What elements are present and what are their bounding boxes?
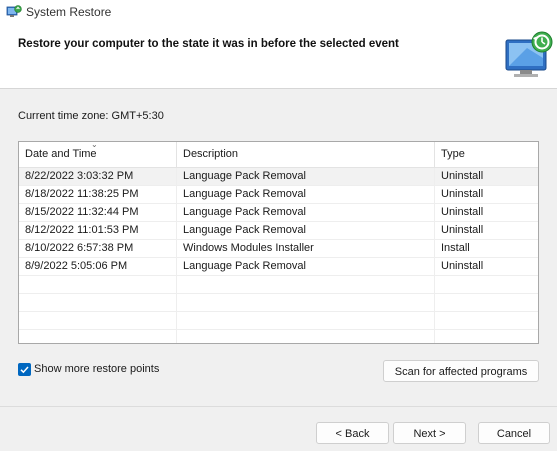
sort-chevron-icon: ⌄ — [91, 141, 98, 149]
scan-affected-programs-button[interactable]: Scan for affected programs — [383, 360, 539, 382]
wizard-header: Restore your computer to the state it wa… — [0, 24, 557, 89]
window-title: System Restore — [26, 5, 112, 19]
column-header-description-label: Description — [183, 148, 239, 160]
cell-date: 8/15/2022 11:32:44 PM — [25, 206, 139, 218]
cell-date: 8/12/2022 11:01:53 PM — [25, 224, 139, 236]
cell-date: 8/22/2022 3:03:32 PM — [25, 170, 134, 182]
table-row — [19, 312, 538, 330]
footer-divider — [0, 406, 557, 407]
table-row[interactable]: 8/18/2022 11:38:25 PM Language Pack Remov… — [19, 186, 538, 204]
cell-description: Language Pack Removal — [176, 222, 434, 239]
empty-cell — [176, 312, 434, 329]
empty-cell — [19, 312, 176, 329]
cell-type: Install — [434, 240, 538, 257]
column-header-type-label: Type — [441, 148, 465, 160]
cell-date: 8/9/2022 5:05:06 PM — [25, 260, 128, 272]
show-more-label: Show more restore points — [34, 363, 160, 375]
list-header: ⌄ Date and Time Description Type — [19, 142, 538, 168]
checkmark-icon — [20, 366, 29, 374]
back-button[interactable]: < Back — [316, 422, 389, 444]
column-header-date[interactable]: ⌄ Date and Time — [19, 142, 176, 167]
cell-description: Language Pack Removal — [176, 186, 434, 203]
cell-date: 8/10/2022 6:57:38 PM — [25, 242, 134, 254]
system-restore-icon — [6, 5, 22, 17]
table-row[interactable]: 8/10/2022 6:57:38 PM Windows Modules Inst… — [19, 240, 538, 258]
cell-description: Language Pack Removal — [176, 168, 434, 185]
column-header-type[interactable]: Type — [434, 142, 538, 167]
show-more-checkbox[interactable] — [18, 363, 31, 376]
table-row[interactable]: 8/12/2022 11:01:53 PM Language Pack Remov… — [19, 222, 538, 240]
empty-cell — [434, 330, 538, 343]
restore-computer-illustration — [505, 31, 553, 77]
cell-type: Uninstall — [434, 186, 538, 203]
cell-description: Windows Modules Installer — [176, 240, 434, 257]
title-bar: System Restore — [0, 0, 557, 24]
cell-type: Uninstall — [434, 222, 538, 239]
next-button[interactable]: Next > — [393, 422, 466, 444]
table-row[interactable]: 8/9/2022 5:05:06 PM Language Pack Removal… — [19, 258, 538, 276]
page-title: Restore your computer to the state it wa… — [18, 38, 399, 50]
cell-type: Uninstall — [434, 168, 538, 185]
column-header-description[interactable]: Description — [176, 142, 434, 167]
empty-cell — [434, 312, 538, 329]
table-row — [19, 276, 538, 294]
list-body: 8/22/2022 3:03:32 PM Language Pack Remova… — [19, 168, 538, 343]
timezone-label: Current time zone: GMT+5:30 — [18, 110, 164, 122]
empty-cell — [176, 294, 434, 311]
cancel-button[interactable]: Cancel — [478, 422, 550, 444]
table-row[interactable]: 8/22/2022 3:03:32 PM Language Pack Remova… — [19, 168, 538, 186]
empty-cell — [434, 276, 538, 293]
restore-points-list[interactable]: ⌄ Date and Time Description Type 8/22/20… — [18, 141, 539, 344]
empty-cell — [19, 294, 176, 311]
table-row[interactable]: 8/15/2022 11:32:44 PM Language Pack Remov… — [19, 204, 538, 222]
cell-type: Uninstall — [434, 204, 538, 221]
cell-type: Uninstall — [434, 258, 538, 275]
empty-cell — [19, 330, 176, 343]
cell-description: Language Pack Removal — [176, 258, 434, 275]
cell-description: Language Pack Removal — [176, 204, 434, 221]
cell-date: 8/18/2022 11:38:25 PM — [25, 188, 139, 200]
empty-cell — [176, 330, 434, 343]
empty-cell — [434, 294, 538, 311]
empty-cell — [19, 276, 176, 293]
empty-cell — [176, 276, 434, 293]
table-row — [19, 330, 538, 343]
table-row — [19, 294, 538, 312]
column-header-date-label: Date and Time — [25, 148, 97, 160]
